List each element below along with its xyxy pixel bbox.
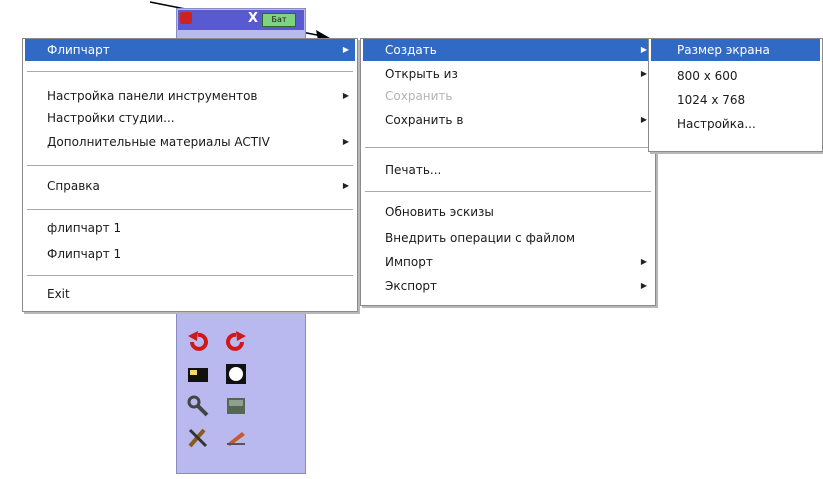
menu-separator: [365, 191, 651, 192]
menu-item-1024x768[interactable]: 1024 x 768: [651, 89, 820, 111]
pen-icon[interactable]: [222, 424, 250, 452]
camera-icon[interactable]: [184, 360, 212, 388]
tools-icon[interactable]: [184, 424, 212, 452]
menu-item-studio-settings[interactable]: Настройки студии...: [25, 107, 355, 129]
menu-item-custom-size[interactable]: Настройка...: [651, 113, 820, 135]
screen-shade-icon[interactable]: [222, 392, 250, 420]
menu-separator: [27, 71, 353, 72]
menu-item-activ-resources[interactable]: Дополнительные материалы ACTIV: [25, 131, 355, 153]
menu-separator: [27, 165, 353, 166]
toolbar-close-button[interactable]: X: [246, 11, 260, 27]
menu-item-save-to[interactable]: Сохранить в: [363, 109, 653, 131]
menu-item-toolbar-settings[interactable]: Настройка панели инструментов: [25, 85, 355, 107]
undo-icon[interactable]: [184, 328, 212, 356]
menu-item-exit[interactable]: Exit: [25, 283, 355, 305]
toolbar-header: X Бат: [178, 10, 304, 30]
create-submenu: Размер экрана 800 x 600 1024 x 768 Настр…: [648, 38, 823, 152]
menu-item-help[interactable]: Справка: [25, 175, 355, 197]
menu-dot-icon[interactable]: [180, 12, 192, 24]
menu-item-save: Сохранить: [385, 89, 453, 103]
menu-item-recent-flipchart-1[interactable]: флипчарт 1: [25, 217, 355, 239]
toolbar-mini-label[interactable]: Бат: [262, 13, 296, 27]
redo-icon[interactable]: [222, 328, 250, 356]
menu-item-screen-size[interactable]: Размер экрана: [651, 39, 820, 61]
menu-separator: [27, 209, 353, 210]
menu-separator: [27, 275, 353, 276]
menu-item-recent-flipchart-2[interactable]: Флипчарт 1: [25, 243, 355, 265]
menu-item-flipchart[interactable]: Флипчарт: [25, 39, 355, 61]
menu-item-create[interactable]: Создать: [363, 39, 653, 61]
menu-item-open-from[interactable]: Открыть из: [363, 63, 653, 85]
main-menu: Флипчарт Настройка панели инструментов Н…: [22, 38, 358, 312]
menu-item-800x600[interactable]: 800 x 600: [651, 65, 820, 87]
menu-item-export[interactable]: Экспорт: [363, 275, 653, 297]
spotlight-icon[interactable]: [222, 360, 250, 388]
flipchart-submenu: Создать Открыть из Сохранить Сохранить в…: [360, 38, 656, 306]
menu-item-print[interactable]: Печать...: [363, 159, 653, 181]
menu-separator: [365, 147, 651, 148]
menu-item-import[interactable]: Импорт: [363, 251, 653, 273]
wrench-icon[interactable]: [184, 392, 212, 420]
menu-item-embed-file-ops[interactable]: Внедрить операции с файлом: [363, 227, 653, 249]
menu-item-update-thumbnails[interactable]: Обновить эскизы: [363, 201, 653, 223]
